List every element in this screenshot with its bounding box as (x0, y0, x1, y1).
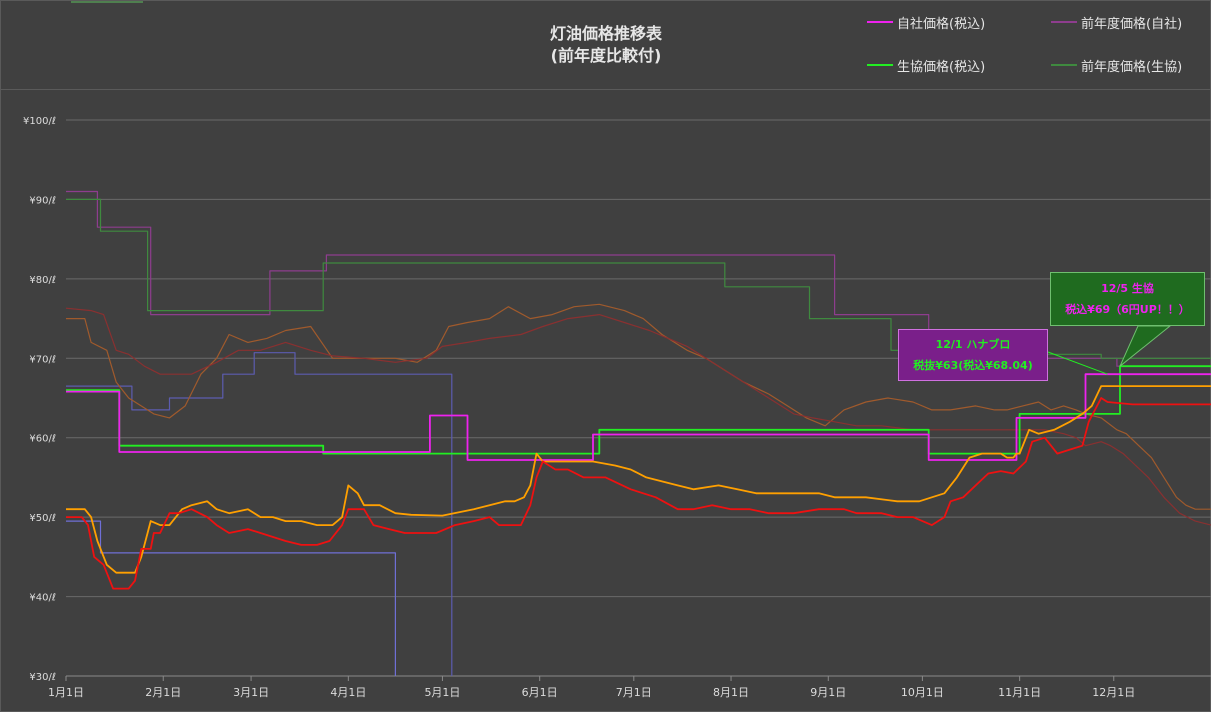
series-line-7 (66, 373, 1211, 461)
chart-title-block: 灯油価格推移表 (前年度比較付) (441, 23, 771, 67)
line-chart: ¥100/ℓ ¥90/ℓ ¥80/ℓ ¥70/ℓ ¥60/ℓ ¥50/ℓ ¥40/ℓ ¥30/… (23, 116, 1211, 699)
callout-hanaburo-line1: 12/1 ハナブロ (935, 338, 1011, 351)
legend-label-prev-seikyo: 前年度価格(生協) (1081, 59, 1183, 75)
callout-seikyo-line1: 12/5 生協 (1101, 282, 1154, 295)
legend-swatch-jisha (867, 21, 893, 23)
callout-seikyo-line2: 税込¥69（6円UP！！） (1065, 303, 1190, 316)
y-tick-label: ¥30/ℓ (29, 672, 56, 683)
x-tick-label: 8月1日 (713, 686, 749, 699)
legend-label-jisha: 自社価格(税込) (897, 16, 986, 32)
header-accent (71, 1, 143, 3)
y-tick-label: ¥40/ℓ (29, 593, 56, 604)
x-tick-label: 1月1日 (48, 686, 84, 699)
series-line-3 (66, 352, 453, 676)
x-tick-label: 2月1日 (145, 686, 181, 699)
x-tick-label: 12月1日 (1092, 686, 1135, 699)
callout-seikyo-pointer (1119, 325, 1172, 367)
x-tick-label: 10月1日 (901, 686, 944, 699)
y-tick-label: ¥50/ℓ (29, 513, 56, 524)
chart-header: 灯油価格推移表 (前年度比較付) 自社価格(税込) 前年度価格(自社) 生協価格… (1, 1, 1210, 90)
chart-title: 灯油価格推移表 (549, 24, 662, 43)
x-tick-label: 7月1日 (616, 686, 652, 699)
chart-subtitle: (前年度比較付) (550, 46, 662, 65)
callout-hanaburo-pointer (1047, 351, 1108, 375)
y-tick-label: ¥90/ℓ (29, 195, 56, 206)
legend-swatch-prev-jisha (1051, 21, 1077, 23)
legend-label-seikyo: 生協価格(税込) (897, 59, 986, 75)
x-tick-label: 9月1日 (810, 686, 846, 699)
callout-seikyo-price: 12/5 生協 税込¥69（6円UP！！） (1050, 272, 1205, 326)
y-tick-label: ¥80/ℓ (29, 275, 56, 286)
series-line-9 (66, 397, 1211, 590)
x-tick-label: 5月1日 (424, 686, 460, 699)
x-tick-label: 6月1日 (522, 686, 558, 699)
x-tick-label: 4月1日 (330, 686, 366, 699)
y-tick-label: ¥60/ℓ (29, 434, 56, 445)
legend-item-prev-seikyo: 前年度価格(生協) (1051, 56, 1183, 75)
series-line-2 (66, 520, 396, 676)
x-tick-label: 3月1日 (233, 686, 269, 699)
legend-swatch-seikyo (867, 64, 893, 66)
x-tick-label: 11月1日 (998, 686, 1041, 699)
legend-item-seikyo: 生協価格(税込) (867, 56, 986, 75)
y-tick-label: ¥100/ℓ (23, 116, 56, 127)
legend-item-prev-jisha: 前年度価格(自社) (1051, 13, 1183, 32)
legend-swatch-prev-seikyo (1051, 64, 1077, 66)
legend-label-prev-jisha: 前年度価格(自社) (1081, 16, 1183, 32)
callout-hanaburo-line2: 税抜¥63(税込¥68.04) (913, 359, 1033, 372)
callout-hanaburo-price: 12/1 ハナブロ 税抜¥63(税込¥68.04) (898, 329, 1048, 381)
legend-item-jisha: 自社価格(税込) (867, 13, 986, 32)
y-tick-label: ¥70/ℓ (29, 354, 56, 365)
